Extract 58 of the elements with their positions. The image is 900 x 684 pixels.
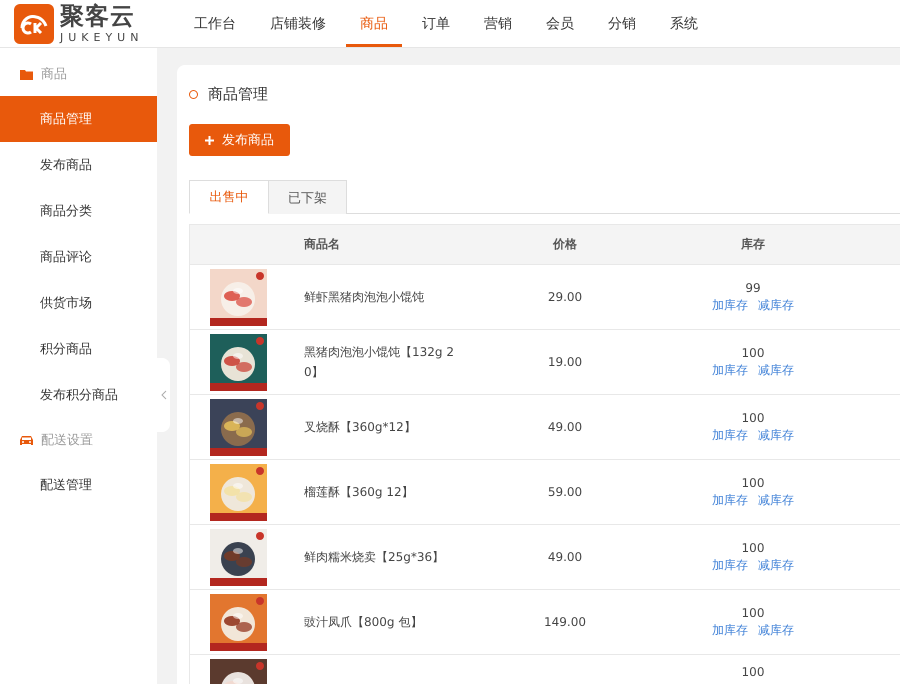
price: 29.00 xyxy=(548,290,582,304)
sidebar-group-title: 商品 xyxy=(41,66,67,83)
reduce-stock-link[interactable]: 减库存 xyxy=(758,426,794,444)
column-header: 商品名 xyxy=(303,236,340,253)
stock-count: 100 xyxy=(742,665,764,679)
nav-tab[interactable]: 营销 xyxy=(470,0,526,47)
publish-button[interactable]: 发布商品 xyxy=(189,124,290,156)
nav-tab[interactable]: 工作台 xyxy=(180,0,250,47)
nav-tab[interactable]: 会员 xyxy=(532,0,588,47)
add-stock-link[interactable]: 加库存 xyxy=(712,492,748,508)
plus-icon xyxy=(205,136,214,144)
price: 49.00 xyxy=(548,420,582,434)
nav-tab[interactable]: 店铺装修 xyxy=(256,0,340,47)
nav-tab[interactable]: 订单 xyxy=(408,0,464,47)
tab[interactable]: 已下架 xyxy=(269,180,347,214)
product-name: 鲜肉糯米烧卖【25g*36】 xyxy=(303,549,446,566)
nav-tab[interactable]: 分销 xyxy=(594,0,650,47)
reduce-stock-link[interactable]: 减库存 xyxy=(758,556,794,574)
stock-count: 100 xyxy=(742,476,764,490)
logo-subtitle: JUKEYUN xyxy=(60,30,144,44)
price: 59.00 xyxy=(548,485,582,499)
column-header: 价格 xyxy=(553,236,577,253)
column-header: 库存 xyxy=(741,236,765,253)
reduce-stock-link[interactable]: 减库存 xyxy=(758,492,794,508)
car-icon xyxy=(20,434,33,446)
logo-icon xyxy=(14,4,54,44)
nav-tab[interactable]: 商品 xyxy=(346,0,402,47)
page-title: 商品管理 xyxy=(208,85,268,104)
product-name: 鲜虾黑猪肉泡泡小馄饨 xyxy=(303,289,425,306)
collapse-handle[interactable] xyxy=(157,358,170,432)
reduce-stock-link[interactable]: 减库存 xyxy=(758,622,794,638)
tab[interactable]: 出售中 xyxy=(189,180,269,214)
price: 19.00 xyxy=(548,355,582,369)
sidebar-group-title: 配送设置 xyxy=(41,432,93,449)
price: 49.00 xyxy=(548,550,582,564)
reduce-stock-link[interactable]: 减库存 xyxy=(758,362,794,378)
product-name: 叉烧酥【360g*12】 xyxy=(303,419,417,436)
stock-count: 100 xyxy=(742,540,764,554)
logo-name: 聚客云 xyxy=(60,4,136,28)
product-name: 榴莲酥【360g 12】 xyxy=(303,484,415,501)
product-name: 黑猪肉泡泡小馄饨【132g 20】 xyxy=(303,344,455,381)
stock-count: 100 xyxy=(742,606,764,620)
reduce-stock-link[interactable]: 减库存 xyxy=(758,296,794,314)
stock-count: 99 xyxy=(745,280,761,294)
product-name: 豉汁凤爪【800g 包】 xyxy=(303,614,424,631)
price: 149.00 xyxy=(544,615,586,629)
stock-count: 100 xyxy=(742,346,764,360)
sidebar-item[interactable]: 商品管理 xyxy=(0,96,157,142)
add-stock-link[interactable]: 加库存 xyxy=(712,622,748,638)
add-stock-link[interactable]: 加库存 xyxy=(712,362,748,378)
add-stock-link[interactable]: 加库存 xyxy=(712,556,748,574)
folder-icon xyxy=(20,68,33,80)
chevron-left-icon xyxy=(160,390,166,400)
stock-count: 100 xyxy=(742,410,764,424)
circle-icon xyxy=(189,90,198,99)
add-stock-link[interactable]: 加库存 xyxy=(712,296,748,314)
add-stock-link[interactable]: 加库存 xyxy=(712,426,748,444)
nav-tab[interactable]: 系统 xyxy=(656,0,712,47)
